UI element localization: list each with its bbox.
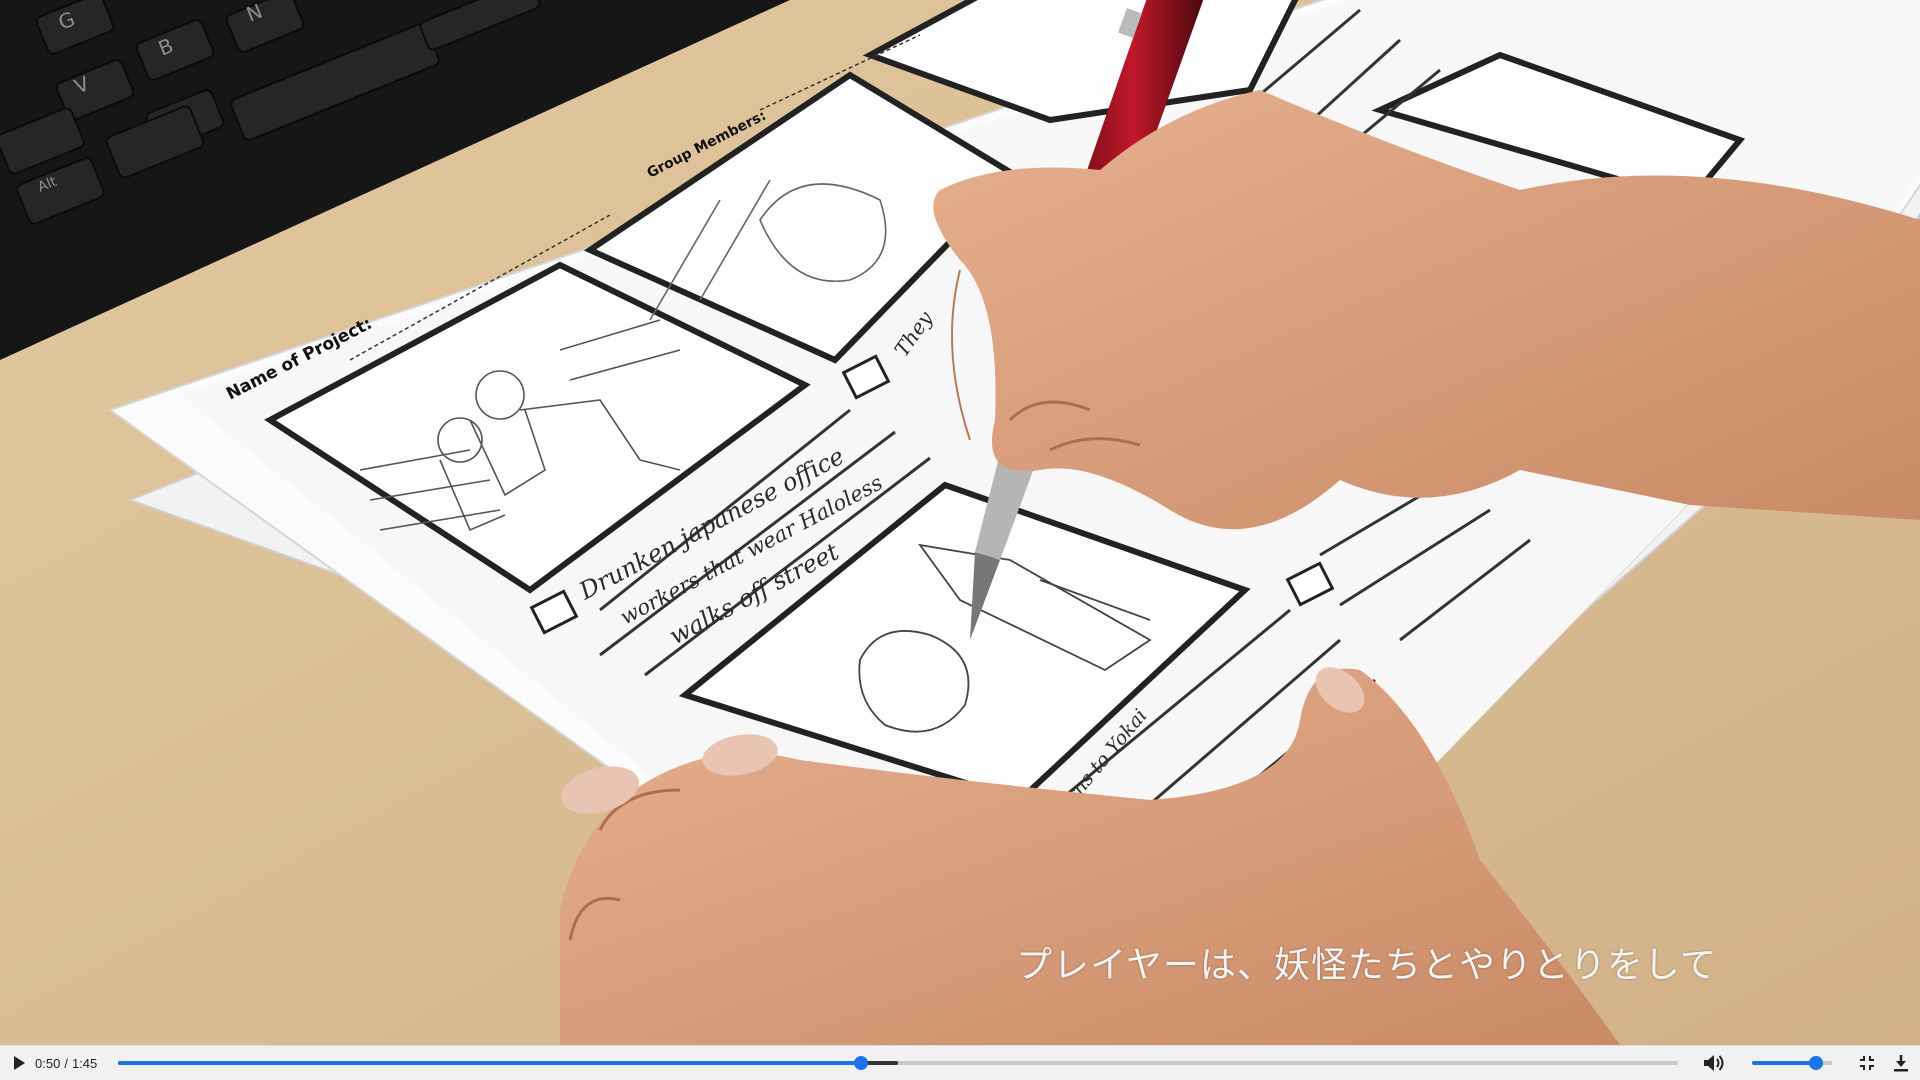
volume-slider[interactable] — [1752, 1056, 1832, 1070]
player-controls: 0:50 / 1:45 — [0, 1045, 1920, 1080]
fullscreen-icon — [1860, 1056, 1874, 1070]
download-button[interactable] — [1888, 1046, 1914, 1080]
current-time: 0:50 — [35, 1055, 61, 1071]
duration: 1:45 — [71, 1055, 98, 1071]
time-display: 0:50 / 1:45 — [35, 1046, 97, 1080]
volume-icon — [1704, 1055, 1724, 1071]
seek-played — [118, 1061, 861, 1065]
play-button[interactable] — [6, 1046, 32, 1080]
download-icon — [1894, 1055, 1908, 1072]
video-frame[interactable]: G B V N Alt Name of Project: Group Membe… — [0, 0, 1920, 1045]
seek-bar[interactable] — [118, 1056, 1678, 1070]
play-icon — [14, 1056, 25, 1070]
volume-button[interactable] — [1700, 1046, 1728, 1080]
time-separator: / — [64, 1055, 68, 1071]
video-scene: G B V N Alt Name of Project: Group Membe… — [0, 0, 1920, 1045]
volume-thumb[interactable] — [1809, 1056, 1823, 1070]
fullscreen-button[interactable] — [1854, 1046, 1880, 1080]
video-player: G B V N Alt Name of Project: Group Membe… — [0, 0, 1920, 1080]
subtitle-caption: プレイヤーは、妖怪たちとやりとりをして — [1016, 945, 1717, 986]
seek-thumb[interactable] — [853, 1056, 868, 1070]
volume-fill — [1752, 1061, 1816, 1065]
